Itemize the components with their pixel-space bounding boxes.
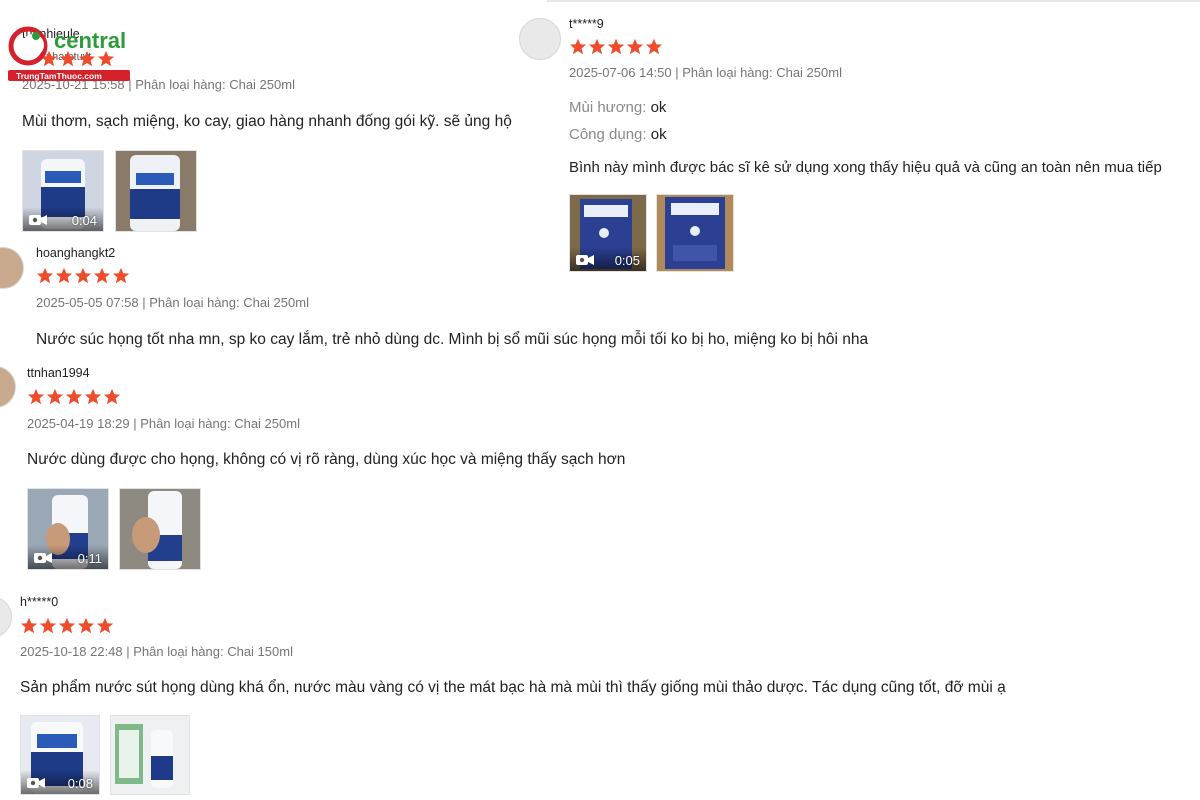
brand-logo: central TrungTamThuoc.com [6, 22, 132, 82]
review-video-thumbnail[interactable]: 0:04 [22, 150, 104, 232]
review-photo-thumbnail[interactable] [119, 488, 201, 570]
star-icon [36, 267, 54, 284]
video-duration: 0:08 [67, 776, 93, 791]
attribute-label: Công dụng: [569, 126, 647, 143]
video-camera-icon [27, 778, 45, 788]
review-text: Nước súc họng tốt nha mn, sp ko cay lắm,… [36, 331, 869, 348]
star-icon [74, 267, 92, 284]
review-username: h*****0 [20, 595, 59, 609]
review-meta: 2025-07-06 14:50 | Phân loại hàng: Chai … [569, 65, 842, 80]
star-icon [93, 267, 111, 284]
product-bottle-image [120, 489, 200, 569]
logo-url: TrungTamThuoc.com [16, 71, 102, 81]
top-divider [547, 0, 1200, 2]
attribute-value: ok [650, 99, 667, 116]
star-icon [55, 267, 73, 284]
star-icon [96, 617, 114, 634]
review-video-thumbnail[interactable]: 0:05 [569, 194, 647, 272]
video-duration: 0:11 [77, 551, 102, 566]
review-text: Sản phẩm nước sút họng dùng khá ổn, nước… [20, 679, 1006, 696]
review-meta: 2025-10-18 22:48 | Phân loại hàng: Chai … [20, 644, 293, 659]
avatar [0, 596, 12, 638]
review-photo-thumbnail[interactable] [110, 715, 190, 795]
star-icon [588, 38, 606, 55]
review-attribute-effect: Công dụng: ok [569, 126, 667, 143]
product-package-image [111, 716, 189, 794]
star-icon [77, 617, 95, 634]
review-meta: 2025-05-05 07:58 | Phân loại hàng: Chai … [36, 295, 309, 310]
review-photo-thumbnail[interactable] [115, 150, 197, 232]
review-text: Mùi thơm, sạch miệng, ko cay, giao hàng … [22, 113, 512, 130]
star-icon [607, 38, 625, 55]
review-attribute-scent: Mùi hương: ok [569, 99, 666, 116]
avatar [0, 247, 24, 289]
review-meta: 2025-04-19 18:29 | Phân loại hàng: Chai … [27, 416, 300, 431]
video-duration: 0:04 [71, 213, 97, 228]
star-icon [645, 38, 663, 55]
review-username: t*****9 [569, 17, 604, 31]
star-icon [569, 38, 587, 55]
avatar [519, 18, 561, 60]
product-box-image [657, 195, 733, 271]
star-icon [112, 267, 130, 284]
review-text: Bình này mình được bác sĩ kê sử dụng xon… [569, 159, 1162, 176]
logo-mark-icon [8, 26, 48, 66]
star-icon [27, 388, 45, 405]
rating-stars [20, 617, 114, 635]
video-camera-icon [34, 553, 52, 563]
review-video-thumbnail[interactable]: 0:08 [20, 715, 100, 795]
star-icon [84, 388, 102, 405]
attribute-label: Mùi hương: [569, 99, 647, 116]
review-photo-thumbnail[interactable] [656, 194, 734, 272]
star-icon [103, 388, 121, 405]
logo-text: central [54, 28, 127, 53]
review-text: Nước dùng được cho họng, không có vị rõ … [27, 451, 626, 468]
star-icon [65, 388, 83, 405]
star-icon [46, 388, 64, 405]
review-username: hoanghangkt2 [36, 246, 116, 260]
star-icon [58, 617, 76, 634]
review-video-thumbnail[interactable]: 0:11 [27, 488, 109, 570]
attribute-value: ok [650, 126, 667, 143]
review-username: ttnhan1994 [27, 366, 90, 380]
video-camera-icon [576, 255, 594, 265]
video-duration: 0:05 [614, 253, 640, 268]
star-icon [39, 617, 57, 634]
star-icon [20, 617, 38, 634]
product-bottle-image [116, 151, 196, 231]
video-camera-icon [29, 215, 47, 225]
rating-stars [36, 267, 130, 285]
rating-stars [27, 388, 121, 406]
avatar [0, 366, 16, 408]
star-icon [626, 38, 644, 55]
rating-stars [569, 38, 663, 56]
